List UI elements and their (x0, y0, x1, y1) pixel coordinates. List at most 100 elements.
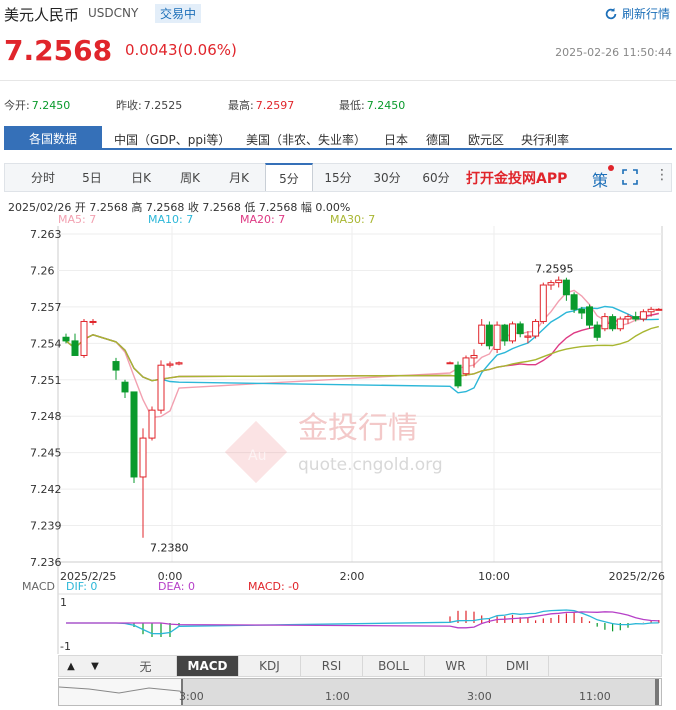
candle-body (601, 316, 609, 330)
x-tick-label: 2:00 (340, 570, 365, 583)
instrument-title: 美元人民币 (4, 6, 80, 24)
tab-central-bank-rates[interactable]: 央行利率 (521, 131, 569, 148)
stat-high: 最高: 7.2597 (228, 99, 295, 112)
open-app-link[interactable]: 打开金投网APP (466, 168, 567, 188)
nav-label: 1:00 (325, 690, 350, 703)
period-30min[interactable]: 30分 (363, 164, 411, 191)
period-weekly-k[interactable]: 周K (166, 164, 214, 191)
scroll-up-button[interactable]: ▲ (59, 656, 83, 676)
indicator-macd[interactable]: MACD (177, 656, 239, 676)
ma-line (65, 325, 659, 382)
y-tick-label: 7.257 (30, 301, 62, 314)
y-tick-label: 7.236 (30, 556, 62, 569)
candle (547, 280, 555, 290)
macd-legend-item: MACD: -0 (248, 580, 299, 593)
candle-body (493, 324, 501, 350)
candle-body (71, 340, 79, 356)
candle-body (547, 282, 555, 286)
candle-body (532, 320, 540, 337)
current-price: 7.2568 (4, 34, 113, 67)
y-tick-label: 7.239 (30, 520, 62, 533)
scroll-down-button[interactable]: ▼ (83, 656, 107, 676)
indicator-dmi[interactable]: DMI (487, 656, 549, 676)
candle (121, 379, 129, 398)
candle-body (516, 323, 524, 335)
indicator-rsi[interactable]: RSI (301, 656, 363, 676)
candle (157, 360, 165, 414)
period-60min[interactable]: 60分 (412, 164, 460, 191)
dif-line (66, 609, 659, 635)
trading-status-badge: 交易中 (155, 4, 202, 23)
candle-body (616, 318, 624, 330)
watermark-url: quote.cngold.org (298, 455, 443, 475)
refresh-label: 刷新行情 (621, 7, 670, 21)
candle (485, 321, 493, 350)
candle (478, 319, 486, 346)
kline-chart[interactable]: Au 金投行情 quote.cngold.org 7.2637.267.2577… (0, 222, 676, 654)
candle (112, 357, 120, 380)
price-axis: 7.263 7.26 7.257 7.254 7.251 7.248 7.245 7.242 7… (30, 228, 62, 569)
tab-china[interactable]: 中国（GDP、ppi等） (114, 131, 230, 148)
candle-body (121, 381, 129, 393)
strategy-button[interactable]: 策 (592, 167, 608, 191)
candle (501, 323, 509, 346)
candle (71, 333, 79, 356)
high-annotation: 7.2595 (535, 263, 574, 276)
tab-countries-data[interactable]: 各国数据 (4, 126, 102, 150)
refresh-button[interactable]: 刷新行情 (604, 5, 670, 22)
candle-body (130, 391, 138, 478)
notification-dot (608, 165, 614, 171)
period-daily-k[interactable]: 日K (117, 164, 165, 191)
nav-label: 3:00 (179, 690, 204, 703)
candle (175, 361, 183, 366)
candle (148, 406, 156, 441)
period-timeshare[interactable]: 分时 (19, 164, 67, 191)
indicator-boll[interactable]: BOLL (363, 656, 425, 676)
candle-body (454, 364, 462, 387)
candle-body (609, 316, 617, 330)
tab-usa[interactable]: 美国（非农、失业率） (246, 131, 366, 148)
candle-body (175, 362, 183, 365)
indicator-none[interactable]: 无 (115, 656, 177, 676)
candle (509, 321, 516, 344)
y-tick-label: 7.248 (30, 410, 62, 423)
candle-body (62, 336, 70, 342)
macd-tick: -1 (60, 640, 71, 653)
candle-body (80, 320, 88, 356)
candle (446, 361, 454, 365)
period-15min[interactable]: 15分 (314, 164, 362, 191)
macd-legend-item: MACD (22, 580, 55, 593)
time-axis: 2025/2/25 0:00 2:00 10:00 2025/2/26 (60, 570, 665, 583)
indicator-kdj[interactable]: KDJ (239, 656, 301, 676)
candle-body (555, 279, 563, 284)
moving-averages (65, 289, 659, 419)
macd-panel: MACD DIF: 0 DEA: 0 MACD: -0 1 -1 (22, 580, 662, 653)
candle (139, 428, 147, 538)
more-icon[interactable]: ⋮ (655, 167, 669, 183)
y-tick-label: 7.254 (30, 337, 62, 350)
candle (655, 308, 663, 311)
divider (0, 80, 676, 81)
candle-body (462, 357, 470, 375)
period-5min[interactable]: 5分 (265, 163, 313, 191)
candle-body (470, 354, 478, 359)
candle-body (647, 308, 655, 313)
tab-germany[interactable]: 德国 (426, 131, 450, 148)
tab-eurozone[interactable]: 欧元区 (468, 131, 504, 148)
refresh-icon (605, 7, 617, 19)
ma-line (65, 289, 659, 419)
candle (89, 319, 97, 326)
candle-body (509, 323, 516, 342)
fullscreen-icon[interactable] (622, 169, 638, 185)
tab-japan[interactable]: 日本 (384, 131, 408, 148)
range-navigator[interactable]: 3:00 1:00 3:00 11:00 (58, 678, 662, 706)
candle-body (112, 361, 120, 371)
period-selector: 分时 5日 日K 周K 月K 5分 15分 30分 60分 打开金投网APP 策… (4, 163, 672, 192)
candle-body (89, 320, 97, 323)
period-monthly-k[interactable]: 月K (215, 164, 263, 191)
price-change: 0.0043(0.06%) (125, 41, 237, 59)
period-5day[interactable]: 5日 (68, 164, 116, 191)
indicator-wr[interactable]: WR (425, 656, 487, 676)
quote-timestamp: 2025-02-26 11:50:44 (555, 46, 672, 59)
candle-body (624, 316, 632, 320)
